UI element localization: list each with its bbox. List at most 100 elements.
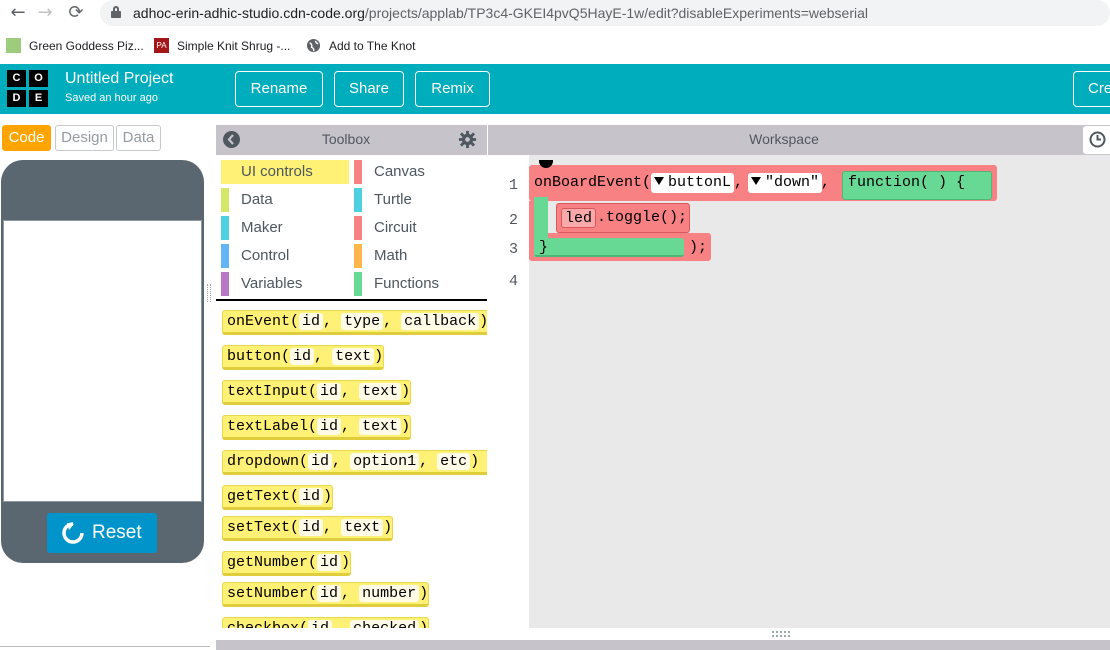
line-number: 4 <box>508 273 518 290</box>
line-number: 1 <box>508 177 518 194</box>
project-title: Untitled Project <box>65 70 174 87</box>
workspace-title: Workspace <box>749 131 819 147</box>
panel-resize-handle[interactable] <box>207 284 211 302</box>
url-path: /projects/applab/TP3c4-GKEI4pvQ5HayE-1w/… <box>364 5 869 21</box>
category-canvas[interactable]: Canvas <box>354 160 482 184</box>
category-label: Maker <box>241 219 283 236</box>
bookmark-label: Simple Knit Shrug -... <box>177 38 291 53</box>
category-swatch <box>354 160 362 184</box>
save-status: Saved an hour ago <box>65 92 158 104</box>
object-led[interactable]: led <box>561 208 597 228</box>
category-ui-controls[interactable]: UI controls <box>221 160 349 184</box>
debug-panel-header <box>216 640 1110 650</box>
tab-code[interactable]: Code <box>2 125 51 151</box>
block-textInput[interactable]: textInput(id, text) <box>222 380 412 405</box>
category-label: Circuit <box>374 219 417 236</box>
toolbox-header: Toolbox <box>216 125 487 155</box>
toolbox: UI controls Canvas Data Turtle Maker Cir… <box>216 155 487 628</box>
reload-icon[interactable]: ⟳ <box>66 3 86 23</box>
category-swatch <box>221 188 229 212</box>
toolbox-divider <box>216 299 487 301</box>
category-swatch <box>221 244 229 268</box>
category-label: Functions <box>374 275 440 292</box>
logo-letter: E <box>29 90 48 107</box>
category-swatch <box>221 216 229 240</box>
category-label: Data <box>241 191 273 208</box>
block-onEvent[interactable]: onEvent(id, type, callback) <box>222 310 487 335</box>
category-math[interactable]: Math <box>354 244 482 268</box>
code-org-logo[interactable]: C O D E <box>7 70 49 108</box>
phone-frame <box>1 160 204 563</box>
bookmark-item[interactable]: Add to The Knot <box>306 37 416 55</box>
block-textLabel[interactable]: textLabel(id, text) <box>222 415 412 440</box>
category-swatch <box>221 272 229 296</box>
category-label: Variables <box>241 275 303 292</box>
app-header: C O D E Untitled Project Saved an hour a… <box>0 64 1110 114</box>
category-label: Turtle <box>374 191 412 208</box>
category-swatch <box>354 244 362 268</box>
category-functions[interactable]: Functions <box>354 272 482 296</box>
browser-toolbar: ← → ⟳ adhoc-erin-adhic-studio.cdn-code.o… <box>0 0 1110 28</box>
tab-design[interactable]: Design <box>55 125 114 151</box>
app-screen[interactable] <box>3 220 202 502</box>
category-control[interactable]: Control <box>221 244 349 268</box>
line-gutter: 1 2 3 4 <box>488 155 529 628</box>
arg-dropdown-down[interactable]: "down" <box>748 173 823 193</box>
block-button[interactable]: button(id, text) <box>222 345 385 370</box>
reset-button[interactable]: Reset <box>47 513 157 553</box>
category-turtle[interactable]: Turtle <box>354 188 482 212</box>
lock-icon <box>111 6 121 18</box>
divider <box>0 646 210 647</box>
block-setNumber[interactable]: setNumber(id, number) <box>222 582 430 607</box>
version-history-button[interactable] <box>1083 126 1110 154</box>
block-checkbox[interactable]: checkbox(id, checked) <box>222 617 430 628</box>
line-number: 3 <box>508 241 518 258</box>
function-keyword: function( ) { <box>848 174 966 191</box>
bookmark-item[interactable]: Green Goddess Piz... <box>6 37 144 55</box>
logo-letter: C <box>7 70 26 87</box>
back-arrow-icon[interactable]: ← <box>8 3 28 23</box>
remix-button[interactable]: Remix <box>415 71 490 107</box>
block-getText[interactable]: getText(id) <box>222 485 334 510</box>
category-swatch <box>221 160 229 184</box>
create-button[interactable]: Cre <box>1073 71 1110 107</box>
category-label: Math <box>374 247 408 264</box>
block-dropdown[interactable]: dropdown(id, option1, etc) ← <box>222 450 487 475</box>
method-call: .toggle(); <box>597 209 688 226</box>
code-editor[interactable]: onBoardEvent( buttonL , "down" , functio… <box>529 155 1110 628</box>
resize-grip-icon <box>772 631 790 637</box>
tab-data[interactable]: Data <box>116 125 161 151</box>
bookmark-label: Green Goddess Piz... <box>29 38 144 53</box>
category-label: UI controls <box>241 163 313 180</box>
category-swatch <box>354 272 362 296</box>
gear-icon[interactable] <box>458 130 477 149</box>
category-swatch <box>354 188 362 212</box>
bookmark-item[interactable]: PA Simple Knit Shrug -... <box>154 37 290 55</box>
reset-icon <box>62 522 84 544</box>
close-brace: } <box>539 239 549 256</box>
category-label: Control <box>241 247 290 264</box>
dropdown-triangle-icon <box>654 177 664 186</box>
bookmarks-bar: Green Goddess Piz... PA Simple Knit Shrug… <box>0 32 1110 60</box>
forward-arrow-icon[interactable]: → <box>35 3 55 23</box>
category-data[interactable]: Data <box>221 188 349 212</box>
globe-icon <box>306 39 321 53</box>
toolbox-title: Toolbox <box>321 131 371 147</box>
category-label: Canvas <box>374 163 425 180</box>
category-swatch <box>354 216 362 240</box>
address-bar[interactable]: adhoc-erin-adhic-studio.cdn-code.org/pro… <box>100 0 1110 26</box>
function-name: onBoardEvent( <box>534 174 652 191</box>
block-getNumber[interactable]: getNumber(id) <box>222 551 352 576</box>
bookmark-label: Add to The Knot <box>329 38 416 53</box>
console-resize-bar[interactable] <box>216 628 1110 640</box>
function-block-footer <box>534 238 684 257</box>
arg-dropdown-buttonL[interactable]: buttonL <box>651 173 735 193</box>
logo-letter: D <box>7 90 26 107</box>
green-square-favicon <box>6 38 21 54</box>
category-variables[interactable]: Variables <box>221 272 349 296</box>
category-maker[interactable]: Maker <box>221 216 349 240</box>
category-circuit[interactable]: Circuit <box>354 216 482 240</box>
share-button[interactable]: Share <box>334 71 404 107</box>
block-setText[interactable]: setText(id, text) <box>222 516 394 541</box>
rename-button[interactable]: Rename <box>235 71 323 107</box>
